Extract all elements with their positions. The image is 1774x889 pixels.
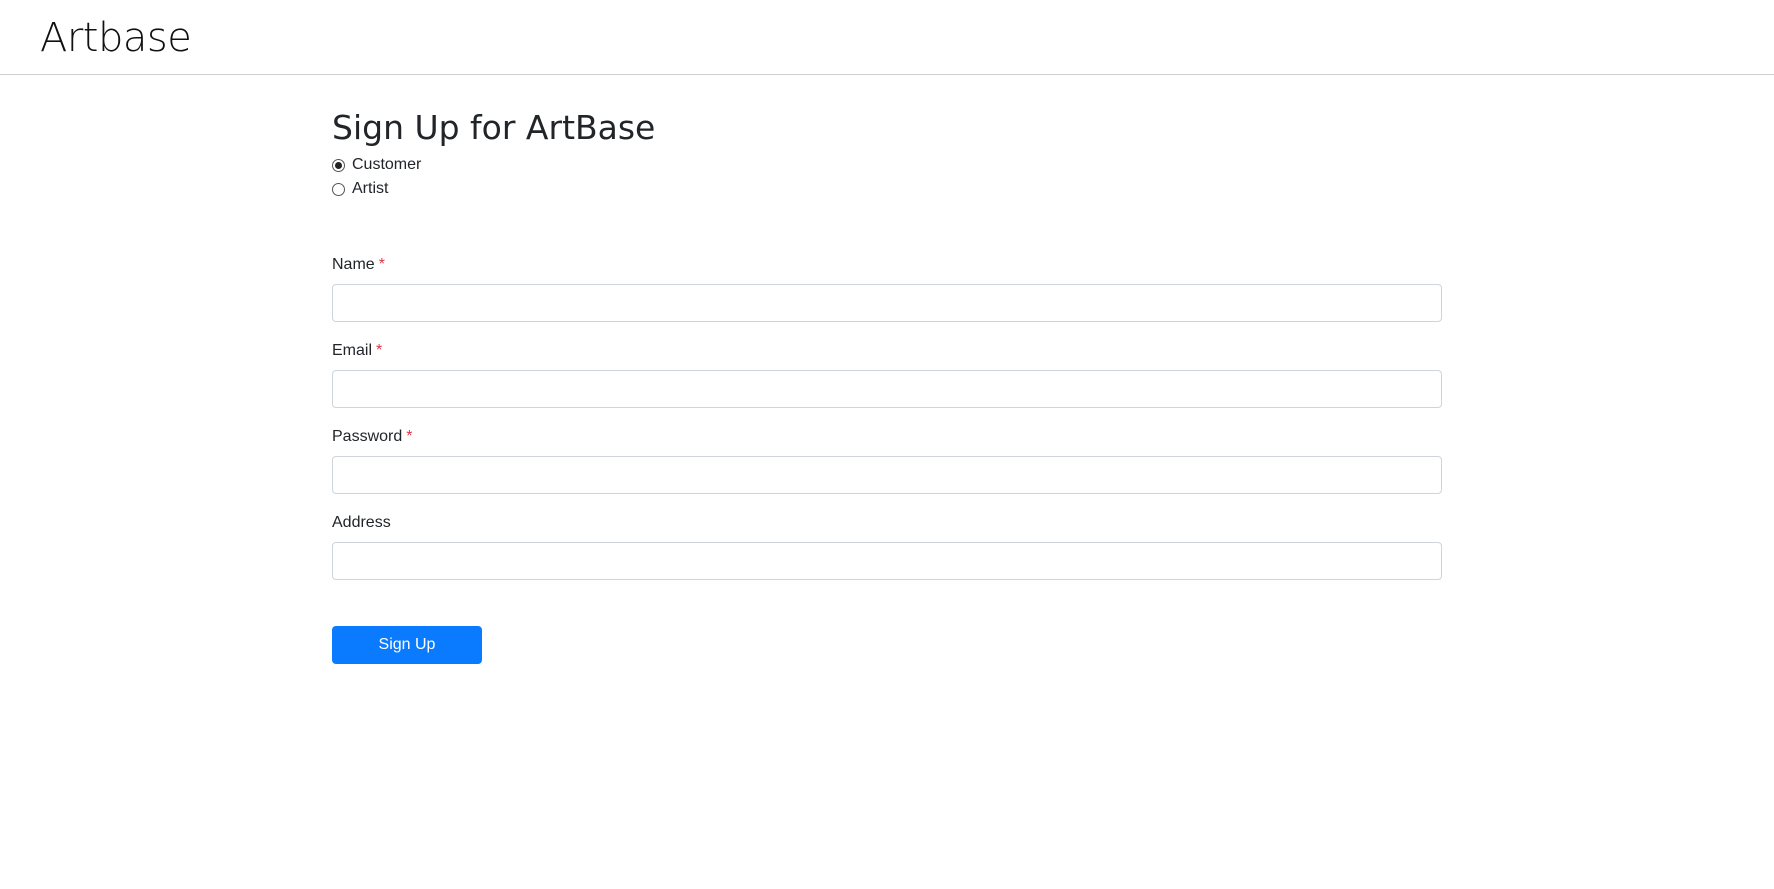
required-marker: *: [376, 342, 383, 359]
artist-radio-label[interactable]: Artist: [352, 180, 388, 198]
radio-option-artist[interactable]: Artist: [332, 178, 388, 200]
name-input[interactable]: [332, 284, 1442, 322]
page-title: Sign Up for ArtBase: [332, 108, 656, 147]
email-label-text: Email: [332, 342, 373, 359]
address-input[interactable]: [332, 542, 1442, 580]
password-input[interactable]: [332, 456, 1442, 494]
required-marker: *: [378, 256, 385, 273]
password-label-text: Password: [332, 428, 403, 445]
artist-radio-button[interactable]: [332, 182, 345, 196]
password-label: Password *: [332, 426, 412, 448]
name-label: Name *: [332, 254, 385, 276]
customer-radio-label[interactable]: Customer: [352, 156, 421, 174]
name-label-text: Name: [332, 256, 375, 273]
address-label-text: Address: [332, 514, 391, 531]
address-label: Address: [332, 512, 391, 534]
sign-up-button[interactable]: Sign Up: [332, 626, 482, 664]
email-input[interactable]: [332, 370, 1442, 408]
customer-radio-button[interactable]: [332, 158, 345, 172]
radio-option-customer[interactable]: Customer: [332, 154, 421, 176]
required-marker: *: [406, 428, 413, 445]
top-navbar: Artbase: [0, 0, 1774, 75]
artbase-logo[interactable]: Artbase: [40, 14, 192, 62]
email-label: Email *: [332, 340, 382, 362]
